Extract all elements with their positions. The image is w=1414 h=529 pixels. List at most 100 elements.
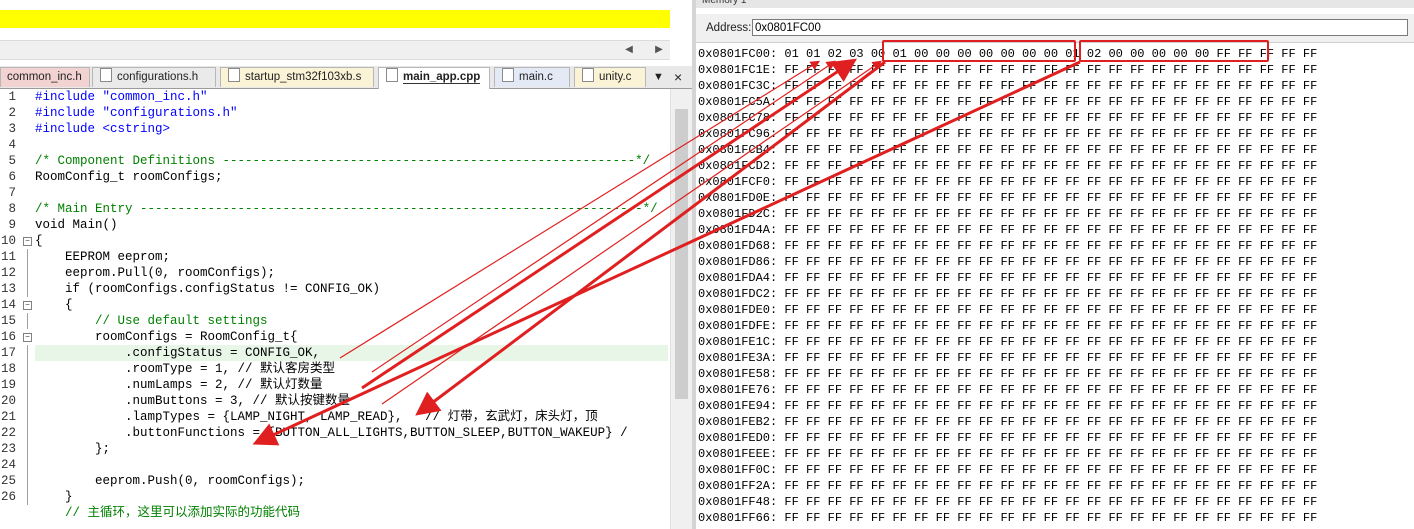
memory-row[interactable]: 0x0801FD0E: FF FF FF FF FF FF FF FF FF F… [696, 190, 1414, 206]
memory-bytes[interactable]: FF FF FF FF FF FF FF FF FF FF FF FF FF F… [784, 191, 1317, 205]
memory-address: 0x0801FE3A: [698, 351, 778, 365]
memory-bytes[interactable]: FF FF FF FF FF FF FF FF FF FF FF FF FF F… [784, 127, 1317, 141]
memory-bytes[interactable]: FF FF FF FF FF FF FF FF FF FF FF FF FF F… [784, 399, 1317, 413]
memory-bytes[interactable]: FF FF FF FF FF FF FF FF FF FF FF FF FF F… [784, 111, 1317, 125]
line-number: 19 [0, 378, 16, 392]
fold-toggle-icon[interactable]: − [22, 233, 34, 249]
tab-common-inc-h[interactable]: common_inc.h [0, 67, 90, 87]
memory-bytes[interactable]: FF FF FF FF FF FF FF FF FF FF FF FF FF F… [784, 223, 1317, 237]
memory-row[interactable]: 0x0801FED0: FF FF FF FF FF FF FF FF FF F… [696, 430, 1414, 446]
code-editor-pane: ◀ ▶ common_inc.h configurations.h startu… [0, 0, 692, 529]
memory-bytes[interactable]: FF FF FF FF FF FF FF FF FF FF FF FF FF F… [784, 335, 1317, 349]
memory-row[interactable]: 0x0801FE58: FF FF FF FF FF FF FF FF FF F… [696, 366, 1414, 382]
tab-main-c[interactable]: main.c [494, 67, 570, 87]
memory-bytes[interactable]: FF FF FF FF FF FF FF FF FF FF FF FF FF F… [784, 79, 1317, 93]
memory-bytes[interactable]: FF FF FF FF FF FF FF FF FF FF FF FF FF F… [784, 159, 1317, 173]
memory-row[interactable]: 0x0801FC1E: FF FF FF FF FF FF FF FF FF F… [696, 62, 1414, 78]
memory-bytes[interactable]: FF FF FF FF FF FF FF FF FF FF FF FF FF F… [784, 431, 1317, 445]
file-tab-bar: common_inc.h configurations.h startup_st… [0, 66, 692, 89]
memory-bytes[interactable]: FF FF FF FF FF FF FF FF FF FF FF FF FF F… [784, 287, 1317, 301]
memory-grid[interactable]: 0x0801FC00: 01 01 02 03 00 01 00 00 00 0… [696, 46, 1414, 526]
memory-row[interactable]: 0x0801FD2C: FF FF FF FF FF FF FF FF FF F… [696, 206, 1414, 222]
memory-bytes[interactable]: FF FF FF FF FF FF FF FF FF FF FF FF FF F… [784, 175, 1317, 189]
memory-row[interactable]: 0x0801FD68: FF FF FF FF FF FF FF FF FF F… [696, 238, 1414, 254]
memory-row[interactable]: 0x0801FCD2: FF FF FF FF FF FF FF FF FF F… [696, 158, 1414, 174]
annotation-box-2 [1079, 40, 1269, 62]
line-number: 6 [8, 170, 16, 184]
line-number: 24 [0, 458, 16, 472]
memory-row[interactable]: 0x0801FEEE: FF FF FF FF FF FF FF FF FF F… [696, 446, 1414, 462]
memory-row[interactable]: 0x0801FD4A: FF FF FF FF FF FF FF FF FF F… [696, 222, 1414, 238]
memory-bytes[interactable]: FF FF FF FF FF FF FF FF FF FF FF FF FF F… [784, 447, 1317, 461]
memory-address: 0x0801FF2A: [698, 479, 778, 493]
tab-label: main_app.cpp [403, 71, 481, 84]
memory-address: 0x0801FEB2: [698, 415, 778, 429]
memory-address: 0x0801FC3C: [698, 79, 778, 93]
memory-bytes[interactable]: FF FF FF FF FF FF FF FF FF FF FF FF FF F… [784, 479, 1317, 493]
code-line: .lampTypes = {LAMP_NIGHT, LAMP_READ}, //… [35, 410, 598, 424]
memory-row[interactable]: 0x0801FDA4: FF FF FF FF FF FF FF FF FF F… [696, 270, 1414, 286]
memory-row[interactable]: 0x0801FE1C: FF FF FF FF FF FF FF FF FF F… [696, 334, 1414, 350]
memory-bytes[interactable]: FF FF FF FF FF FF FF FF FF FF FF FF FF F… [784, 351, 1317, 365]
memory-row[interactable]: 0x0801FCF0: FF FF FF FF FF FF FF FF FF F… [696, 174, 1414, 190]
line-number: 21 [0, 410, 16, 424]
memory-row[interactable]: 0x0801FF0C: FF FF FF FF FF FF FF FF FF F… [696, 462, 1414, 478]
memory-bytes[interactable]: FF FF FF FF FF FF FF FF FF FF FF FF FF F… [784, 255, 1317, 269]
address-input[interactable]: 0x0801FC00 [752, 19, 1408, 36]
memory-row[interactable]: 0x0801FC78: FF FF FF FF FF FF FF FF FF F… [696, 110, 1414, 126]
memory-row[interactable]: 0x0801FEB2: FF FF FF FF FF FF FF FF FF F… [696, 414, 1414, 430]
memory-address: 0x0801FE94: [698, 399, 778, 413]
memory-row[interactable]: 0x0801FDC2: FF FF FF FF FF FF FF FF FF F… [696, 286, 1414, 302]
memory-bytes[interactable]: FF FF FF FF FF FF FF FF FF FF FF FF FF F… [784, 207, 1317, 221]
close-icon[interactable]: × [674, 66, 682, 88]
memory-row[interactable]: 0x0801FD86: FF FF FF FF FF FF FF FF FF F… [696, 254, 1414, 270]
memory-address: 0x0801FC96: [698, 127, 778, 141]
memory-row[interactable]: 0x0801FF66: FF FF FF FF FF FF FF FF FF F… [696, 510, 1414, 526]
fold-toggle-icon[interactable]: − [22, 297, 34, 313]
fold-toggle-icon[interactable]: − [22, 329, 34, 345]
file-icon [582, 68, 594, 82]
memory-bytes[interactable]: FF FF FF FF FF FF FF FF FF FF FF FF FF F… [784, 383, 1317, 397]
memory-bytes[interactable]: FF FF FF FF FF FF FF FF FF FF FF FF FF F… [784, 367, 1317, 381]
memory-bytes[interactable]: FF FF FF FF FF FF FF FF FF FF FF FF FF F… [784, 95, 1317, 109]
memory-address: 0x0801FDFE: [698, 319, 778, 333]
memory-row[interactable]: 0x0801FDE0: FF FF FF FF FF FF FF FF FF F… [696, 302, 1414, 318]
memory-address: 0x0801FD68: [698, 239, 778, 253]
tab-startup-stm32f103xb-s[interactable]: startup_stm32f103xb.s [220, 67, 374, 87]
memory-bytes[interactable]: FF FF FF FF FF FF FF FF FF FF FF FF FF F… [784, 143, 1317, 157]
memory-bytes[interactable]: FF FF FF FF FF FF FF FF FF FF FF FF FF F… [784, 271, 1317, 285]
tab-menu-icon[interactable]: ▼ [653, 66, 664, 88]
tab-configurations-h[interactable]: configurations.h [92, 67, 216, 87]
line-number: 20 [0, 394, 16, 408]
memory-bytes[interactable]: FF FF FF FF FF FF FF FF FF FF FF FF FF F… [784, 415, 1317, 429]
memory-row[interactable]: 0x0801FE76: FF FF FF FF FF FF FF FF FF F… [696, 382, 1414, 398]
code-view[interactable]: 1 2 3 4 5 6 7 8 9 10 11 12 13 14 15 16 17 18 19 20 21 22 23 24 2… [0, 89, 692, 529]
code-line: .roomType = 1, // 默认客房类型 [35, 362, 336, 376]
memory-row[interactable]: 0x0801FE3A: FF FF FF FF FF FF FF FF FF F… [696, 350, 1414, 366]
memory-row[interactable]: 0x0801FC5A: FF FF FF FF FF FF FF FF FF F… [696, 94, 1414, 110]
memory-row[interactable]: 0x0801FC96: FF FF FF FF FF FF FF FF FF F… [696, 126, 1414, 142]
memory-row[interactable]: 0x0801FDFE: FF FF FF FF FF FF FF FF FF F… [696, 318, 1414, 334]
memory-bytes[interactable]: FF FF FF FF FF FF FF FF FF FF FF FF FF F… [784, 303, 1317, 317]
memory-row[interactable]: 0x0801FE94: FF FF FF FF FF FF FF FF FF F… [696, 398, 1414, 414]
memory-row[interactable]: 0x0801FF2A: FF FF FF FF FF FF FF FF FF F… [696, 478, 1414, 494]
memory-row[interactable]: 0x0801FF48: FF FF FF FF FF FF FF FF FF F… [696, 494, 1414, 510]
scroll-left-icon[interactable]: ◀ [620, 41, 638, 59]
vertical-scrollbar[interactable] [670, 89, 692, 529]
file-icon [100, 68, 112, 82]
source-code[interactable]: #include "common_inc.h" #include "config… [35, 89, 668, 529]
memory-row[interactable]: 0x0801FCB4: FF FF FF FF FF FF FF FF FF F… [696, 142, 1414, 158]
memory-bytes[interactable]: FF FF FF FF FF FF FF FF FF FF FF FF FF F… [784, 63, 1317, 77]
memory-bytes[interactable]: FF FF FF FF FF FF FF FF FF FF FF FF FF F… [784, 463, 1317, 477]
scrollbar-thumb[interactable] [675, 109, 688, 399]
scroll-right-icon[interactable]: ▶ [650, 41, 668, 59]
memory-row[interactable]: 0x0801FC3C: FF FF FF FF FF FF FF FF FF F… [696, 78, 1414, 94]
memory-bytes[interactable]: FF FF FF FF FF FF FF FF FF FF FF FF FF F… [784, 319, 1317, 333]
memory-bytes[interactable]: FF FF FF FF FF FF FF FF FF FF FF FF FF F… [784, 239, 1317, 253]
line-number: 11 [0, 250, 16, 264]
tab-unity-c[interactable]: unity.c [574, 67, 646, 87]
tab-main-app-cpp[interactable]: main_app.cpp [378, 67, 490, 89]
horizontal-scrollbar[interactable]: ◀ ▶ [0, 40, 670, 60]
memory-bytes[interactable]: FF FF FF FF FF FF FF FF FF FF FF FF FF F… [784, 511, 1317, 525]
memory-bytes[interactable]: FF FF FF FF FF FF FF FF FF FF FF FF FF F… [784, 495, 1317, 509]
